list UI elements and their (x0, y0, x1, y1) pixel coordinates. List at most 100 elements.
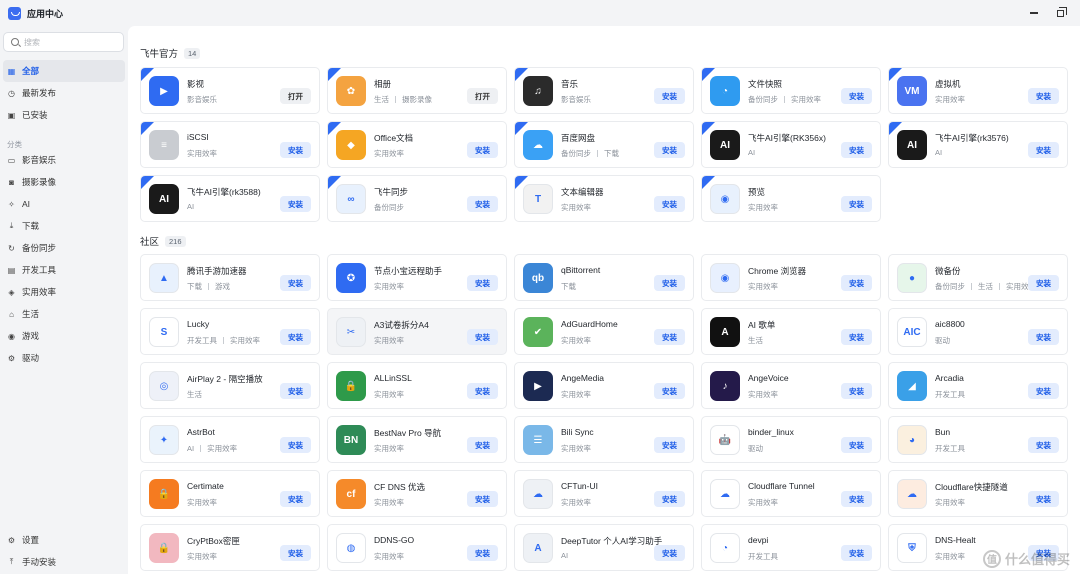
app-card[interactable]: qb qBittorrent 下载 安装 (514, 254, 694, 301)
open-button[interactable]: 打开 (467, 88, 498, 104)
install-button[interactable]: 安装 (280, 545, 311, 561)
app-card[interactable]: ∞ 飞牛同步 备份同步 安装 (327, 175, 507, 222)
app-card[interactable]: ◉ 预览 实用效率 安装 (701, 175, 881, 222)
nav-item-settings[interactable]: ⚙ 设置 (0, 529, 128, 551)
install-button[interactable]: 安装 (841, 88, 872, 104)
install-button[interactable]: 安装 (467, 329, 498, 345)
install-button[interactable]: 安装 (654, 275, 685, 291)
install-button[interactable]: 安装 (280, 329, 311, 345)
nav-item-upload[interactable]: ⤒ 手动安装 (0, 551, 128, 573)
install-button[interactable]: 安装 (280, 491, 311, 507)
app-card[interactable]: T 文本编辑器 实用效率 安装 (514, 175, 694, 222)
nav-item-devtools[interactable]: ▤ 开发工具 (0, 259, 128, 281)
app-card[interactable]: AI 飞牛AI引擎(rk3588) AI 安装 (140, 175, 320, 222)
nav-item-camera[interactable]: ◙ 摄影录像 (0, 171, 128, 193)
app-card[interactable]: A AI 歌单 生活 安装 (701, 308, 881, 355)
app-card[interactable]: ◍ DDNS-GO 实用效率 安装 (327, 524, 507, 571)
search-input[interactable] (24, 37, 119, 47)
install-button[interactable]: 安装 (1028, 142, 1059, 158)
app-card[interactable]: S Lucky 开发工具 实用效率 安装 (140, 308, 320, 355)
search-box[interactable] (3, 32, 124, 52)
install-button[interactable]: 安装 (654, 491, 685, 507)
app-card[interactable]: ☁ CFTun-UI 实用效率 安装 (514, 470, 694, 517)
app-card[interactable]: ▶ AngeMedia 实用效率 安装 (514, 362, 694, 409)
install-button[interactable]: 安装 (280, 196, 311, 212)
install-button[interactable]: 安装 (467, 491, 498, 507)
install-button[interactable]: 安装 (654, 329, 685, 345)
app-card[interactable]: 🔒 Certimate 实用效率 安装 (140, 470, 320, 517)
app-card[interactable]: ◔ devpi 开发工具 安装 (701, 524, 881, 571)
install-button[interactable]: 安装 (467, 383, 498, 399)
app-card[interactable]: ☰ Bili Sync 实用效率 安装 (514, 416, 694, 463)
install-button[interactable]: 安装 (467, 275, 498, 291)
app-card[interactable]: ☁ 百度网盘 备份同步 下载 安装 (514, 121, 694, 168)
install-button[interactable]: 安装 (280, 437, 311, 453)
app-card[interactable]: 🔒 ALLinSSL 实用效率 安装 (327, 362, 507, 409)
install-button[interactable]: 安装 (467, 545, 498, 561)
install-button[interactable]: 安装 (467, 142, 498, 158)
app-card[interactable]: ◆ Office文档 实用效率 安装 (327, 121, 507, 168)
install-button[interactable]: 安装 (1028, 437, 1059, 453)
app-card[interactable]: A DeepTutor 个人AI学习助手 AI 安装 (514, 524, 694, 571)
install-button[interactable]: 安装 (654, 196, 685, 212)
nav-item-ai[interactable]: ✧ AI (0, 193, 128, 215)
app-card[interactable]: ✂ A3试卷拆分A4 实用效率 安装 (327, 308, 507, 355)
app-card[interactable]: ◔ 文件快照 备份同步 实用效率 安装 (701, 67, 881, 114)
install-button[interactable]: 安装 (280, 383, 311, 399)
app-card[interactable]: ▶ 影视 影音娱乐 打开 (140, 67, 320, 114)
install-button[interactable]: 安装 (467, 196, 498, 212)
install-button[interactable]: 安装 (1028, 329, 1059, 345)
app-card[interactable]: ☁ Cloudflare Tunnel 实用效率 安装 (701, 470, 881, 517)
app-card[interactable]: ✔ AdGuardHome 实用效率 安装 (514, 308, 694, 355)
install-button[interactable]: 安装 (841, 437, 872, 453)
install-button[interactable]: 安装 (841, 329, 872, 345)
app-card[interactable]: ≡ iSCSI 实用效率 安装 (140, 121, 320, 168)
install-button[interactable]: 安装 (841, 142, 872, 158)
app-card[interactable]: ♫ 音乐 影音娱乐 安装 (514, 67, 694, 114)
install-button[interactable]: 安装 (654, 383, 685, 399)
nav-item-installed[interactable]: ▣ 已安装 (0, 104, 128, 126)
app-card[interactable]: ✿ 相册 生活 摄影录像 打开 (327, 67, 507, 114)
app-card[interactable]: ✪ 节点小宝远程助手 实用效率 安装 (327, 254, 507, 301)
install-button[interactable]: 安装 (654, 142, 685, 158)
install-button[interactable]: 安装 (841, 275, 872, 291)
nav-item-grid[interactable]: ▦ 全部 (3, 60, 125, 82)
nav-item-game[interactable]: ◉ 游戏 (0, 325, 128, 347)
install-button[interactable]: 安装 (841, 383, 872, 399)
app-card[interactable]: ✦ AstrBot AI 实用效率 安装 (140, 416, 320, 463)
app-card[interactable]: ▲ 腾讯手游加速器 下载 游戏 安装 (140, 254, 320, 301)
install-button[interactable]: 安装 (1028, 88, 1059, 104)
nav-item-life[interactable]: ⌂ 生活 (0, 303, 128, 325)
install-button[interactable]: 安装 (654, 545, 685, 561)
install-button[interactable]: 安装 (841, 491, 872, 507)
nav-item-driver[interactable]: ⚙ 驱动 (0, 347, 128, 369)
nav-item-clock[interactable]: ◷ 最新发布 (0, 82, 128, 104)
app-card[interactable]: ◢ Arcadia 开发工具 安装 (888, 362, 1068, 409)
install-button[interactable]: 安装 (841, 196, 872, 212)
app-card[interactable]: ● 微备份 备份同步 生活 实用效率 安装 (888, 254, 1068, 301)
app-card[interactable]: AI 飞牛AI引擎(rk3576) AI 安装 (888, 121, 1068, 168)
app-card[interactable]: ◉ Chrome 浏览器 实用效率 安装 (701, 254, 881, 301)
app-card[interactable]: AI 飞牛AI引擎(RK356x) AI 安装 (701, 121, 881, 168)
app-card[interactable]: ◕ Bun 开发工具 安装 (888, 416, 1068, 463)
app-card[interactable]: cf CF DNS 优选 实用效率 安装 (327, 470, 507, 517)
install-button[interactable]: 安装 (280, 275, 311, 291)
install-button[interactable]: 安装 (1028, 383, 1059, 399)
install-button[interactable]: 安装 (280, 142, 311, 158)
minimize-button[interactable] (1028, 7, 1040, 19)
app-card[interactable]: AIC aic8800 驱动 安装 (888, 308, 1068, 355)
install-button[interactable]: 安装 (654, 437, 685, 453)
install-button[interactable]: 安装 (467, 437, 498, 453)
install-button[interactable]: 安装 (841, 545, 872, 561)
install-button[interactable]: 安装 (1028, 491, 1059, 507)
install-button[interactable]: 安装 (1028, 275, 1059, 291)
app-card[interactable]: BN BestNav Pro 导航 实用效率 安装 (327, 416, 507, 463)
restore-button[interactable] (1054, 6, 1067, 19)
nav-item-sync[interactable]: ↻ 备份同步 (0, 237, 128, 259)
install-button[interactable]: 安装 (654, 88, 685, 104)
app-card[interactable]: ☁ Cloudflare快捷隧道 实用效率 安装 (888, 470, 1068, 517)
nav-item-efficiency[interactable]: ◈ 实用效率 (0, 281, 128, 303)
open-button[interactable]: 打开 (280, 88, 311, 104)
app-card[interactable]: VM 虚拟机 实用效率 安装 (888, 67, 1068, 114)
app-card[interactable]: ♪ AngeVoice 实用效率 安装 (701, 362, 881, 409)
